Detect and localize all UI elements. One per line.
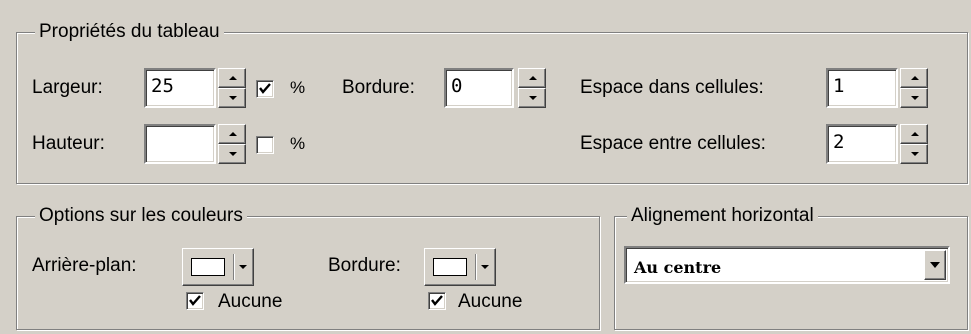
hauteur-spinner[interactable] (218, 124, 246, 164)
hauteur-percent-checkbox[interactable] (256, 136, 274, 154)
background-color-button[interactable] (182, 248, 254, 286)
background-color-label: Arrière-plan: (32, 255, 137, 276)
border-none-checkbox[interactable] (428, 292, 446, 310)
espace-entre-spin-up[interactable] (900, 124, 928, 144)
hauteur-spin-up[interactable] (218, 124, 246, 144)
background-none-label: Aucune (218, 291, 283, 312)
up-arrow-icon (529, 76, 537, 80)
alignment-selected-value: Au centre (634, 258, 722, 277)
down-arrow-icon (529, 96, 537, 100)
largeur-spin-up[interactable] (218, 68, 246, 88)
hauteur-input[interactable] (144, 124, 216, 164)
down-arrow-icon (229, 96, 237, 100)
espace-entre-spin-down[interactable] (900, 144, 928, 164)
espace-dans-spin-down[interactable] (900, 88, 928, 108)
alignment-select[interactable]: Au centre (624, 246, 950, 284)
up-arrow-icon (911, 76, 919, 80)
down-arrow-icon (911, 152, 919, 156)
largeur-input[interactable]: 25 (144, 68, 216, 108)
espace-dans-spin-up[interactable] (900, 68, 928, 88)
largeur-percent-label: % (290, 78, 306, 97)
divider (233, 254, 234, 280)
up-arrow-icon (911, 132, 919, 136)
espace-entre-spinner[interactable] (900, 124, 928, 164)
largeur-spin-down[interactable] (218, 88, 246, 108)
down-arrow-icon (229, 152, 237, 156)
bordure-label: Bordure: (342, 77, 415, 98)
border-color-swatch (433, 258, 467, 276)
color-options-legend: Options sur les couleurs (35, 204, 247, 228)
hauteur-percent-label: % (290, 134, 306, 153)
bordure-spin-up[interactable] (518, 68, 546, 88)
espace-dans-spinner[interactable] (900, 68, 928, 108)
alignment-legend: Alignement horizontal (627, 204, 818, 228)
checkmark-icon (431, 295, 443, 306)
chevron-down-icon (239, 265, 247, 269)
bordure-spinner[interactable] (518, 68, 546, 108)
border-color-label: Bordure: (328, 255, 401, 276)
bordure-input[interactable]: 0 (444, 68, 514, 108)
up-arrow-icon (229, 76, 237, 80)
largeur-label: Largeur: (32, 77, 103, 98)
background-color-swatch (191, 258, 225, 276)
espace-entre-label: Espace entre cellules: (580, 133, 766, 154)
table-properties-legend: Propriétés du tableau (35, 20, 224, 44)
chevron-down-icon (930, 262, 940, 268)
border-none-label: Aucune (458, 291, 523, 312)
hauteur-label: Hauteur: (32, 133, 105, 154)
hauteur-spin-down[interactable] (218, 144, 246, 164)
chevron-down-icon (481, 265, 489, 269)
background-none-checkbox[interactable] (186, 292, 204, 310)
up-arrow-icon (229, 132, 237, 136)
divider (475, 254, 476, 280)
checkmark-icon (189, 295, 201, 306)
down-arrow-icon (911, 96, 919, 100)
espace-dans-label: Espace dans cellules: (580, 77, 764, 98)
table-properties-dialog: { "table_properties": { "legend": "Propr… (0, 0, 971, 334)
checkmark-icon (259, 83, 271, 94)
largeur-percent-checkbox[interactable] (256, 80, 274, 98)
alignment-dropdown-button[interactable] (924, 250, 946, 280)
bordure-spin-down[interactable] (518, 88, 546, 108)
espace-entre-input[interactable]: 2 (826, 124, 898, 164)
border-color-button[interactable] (424, 248, 496, 286)
largeur-spinner[interactable] (218, 68, 246, 108)
espace-dans-input[interactable]: 1 (826, 68, 898, 108)
